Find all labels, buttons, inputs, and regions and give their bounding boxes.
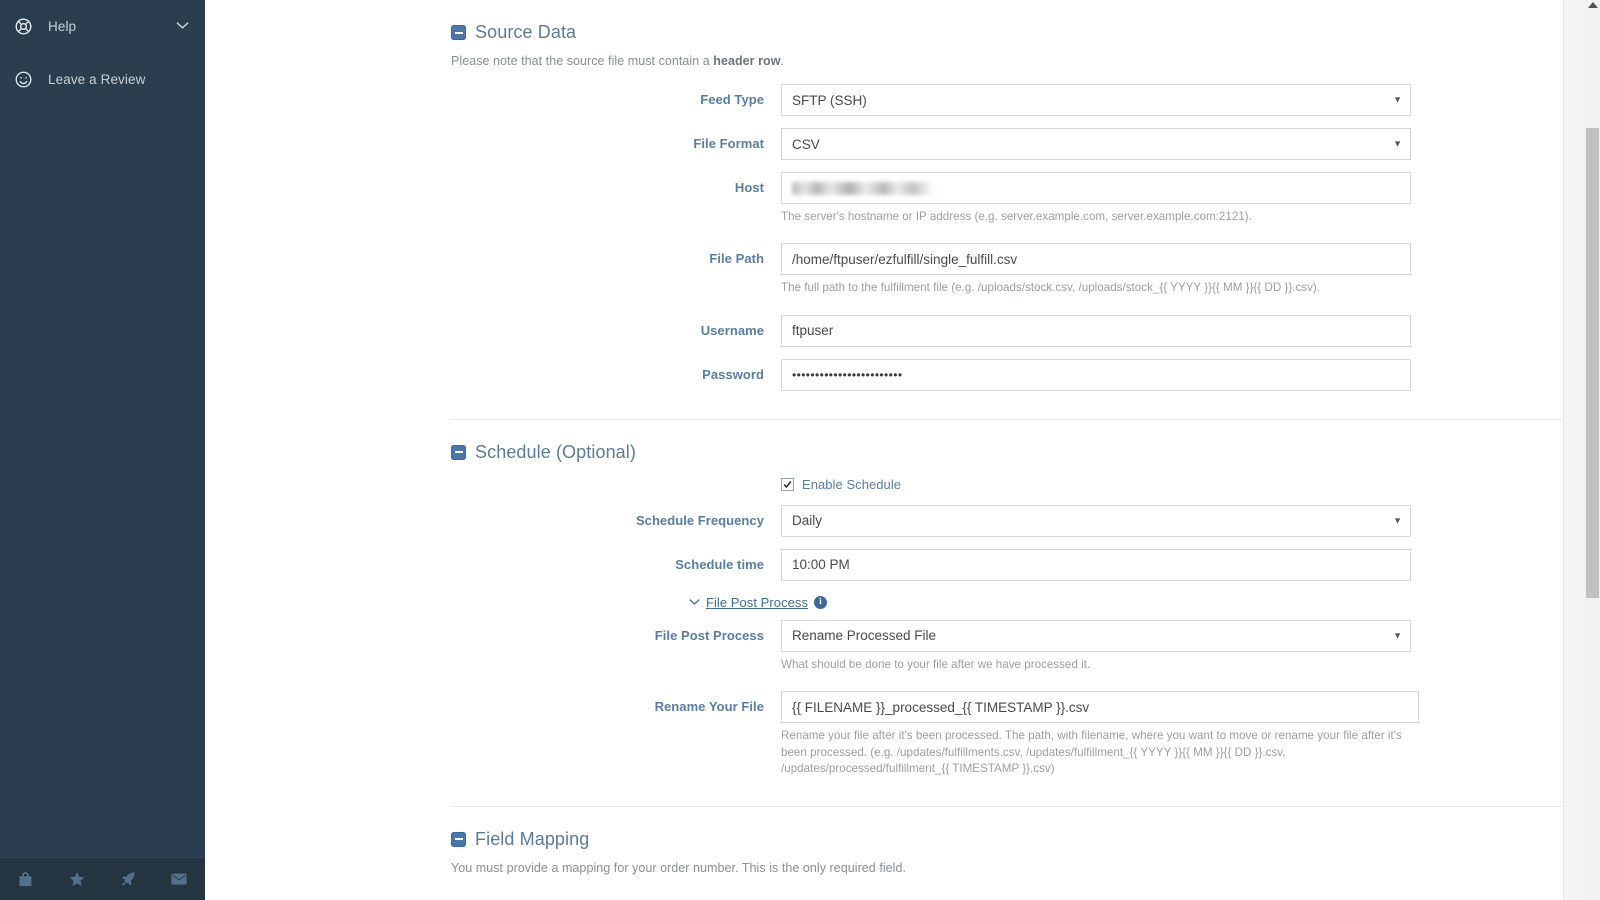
row-file-post-process: File Post Process Rename Processed File … <box>451 620 1445 691</box>
note-prefix: Please note that the source file must co… <box>451 54 713 68</box>
enable-schedule-checkbox[interactable] <box>781 478 794 491</box>
chevron-down-icon: ▼ <box>1393 631 1402 640</box>
sidebar-item-label: Help <box>40 19 176 34</box>
file-post-process-link-label[interactable]: File Post Process <box>706 595 808 610</box>
chevron-down-icon: ▼ <box>1393 140 1402 149</box>
lifebuoy-icon <box>14 17 40 36</box>
sidebar-item-leave-a-review[interactable]: Leave a Review <box>0 53 205 106</box>
file-post-process-form: File Post Process Rename Processed File … <box>451 620 1445 778</box>
smiley-icon <box>14 70 40 89</box>
enable-schedule-row: Enable Schedule <box>451 477 1445 492</box>
file-path-value: /home/ftpuser/ezfulfill/single_fulfill.c… <box>792 252 1017 267</box>
schedule-time-label: Schedule time <box>451 549 781 572</box>
sidebar-item-label: Leave a Review <box>40 72 189 87</box>
field-mapping-note: You must provide a mapping for your orde… <box>451 861 1445 875</box>
row-schedule-frequency: Schedule Frequency Daily ▼ <box>451 505 1445 549</box>
host-help-text: The server's hostname or IP address (e.g… <box>781 204 1411 225</box>
file-path-input[interactable]: /home/ftpuser/ezfulfill/single_fulfill.c… <box>781 243 1411 275</box>
section-source-data: Source Data Please note that the source … <box>205 0 1565 391</box>
file-format-label: File Format <box>451 128 781 151</box>
password-label: Password <box>451 359 781 382</box>
star-icon[interactable] <box>51 870 102 888</box>
section-title: Schedule (Optional) <box>475 442 636 463</box>
chevron-down-icon: ▼ <box>1393 516 1402 525</box>
feed-type-value: SFTP (SSH) <box>792 93 867 108</box>
feed-type-label: Feed Type <box>451 84 781 107</box>
source-data-header: Source Data <box>451 0 1445 43</box>
schedule-frequency-label: Schedule Frequency <box>451 505 781 528</box>
username-label: Username <box>451 315 781 338</box>
info-icon[interactable]: i <box>814 596 827 609</box>
section-field-mapping: Field Mapping You must provide a mapping… <box>205 807 1565 875</box>
schedule-frequency-select[interactable]: Daily ▼ <box>781 505 1411 537</box>
scrollbar-thumb[interactable] <box>1586 128 1599 598</box>
envelope-icon[interactable] <box>154 870 205 888</box>
app-root: Help Leave a Review <box>0 0 1600 900</box>
schedule-header: Schedule (Optional) <box>451 420 1445 463</box>
note-bold: header row <box>713 54 780 68</box>
schedule-frequency-value: Daily <box>792 513 822 528</box>
redacted-host-value <box>792 182 940 195</box>
password-value: •••••••••••••••••••••••• <box>792 368 902 382</box>
file-format-value: CSV <box>792 137 820 152</box>
file-post-process-label: File Post Process <box>451 620 781 643</box>
collapse-minus-icon[interactable] <box>451 832 466 847</box>
file-path-help-text: The full path to the fulfillment file (e… <box>781 275 1411 296</box>
file-post-process-toggle[interactable]: File Post Process i <box>451 595 1445 610</box>
chevron-down-icon[interactable] <box>689 596 700 608</box>
chevron-down-icon[interactable] <box>176 21 189 33</box>
row-schedule-time: Schedule time 10:00 PM <box>451 549 1445 581</box>
row-password: Password •••••••••••••••••••••••• <box>451 359 1445 391</box>
rename-your-file-label: Rename Your File <box>451 691 781 714</box>
section-title: Source Data <box>475 22 576 43</box>
collapse-minus-icon[interactable] <box>451 445 466 460</box>
section-title: Field Mapping <box>475 829 589 850</box>
sidebar-item-help[interactable]: Help <box>0 0 205 53</box>
bag-icon[interactable] <box>0 871 51 888</box>
section-schedule: Schedule (Optional) Enable Schedule Sche… <box>205 420 1565 778</box>
host-label: Host <box>451 172 781 195</box>
row-feed-type: Feed Type SFTP (SSH) ▼ <box>451 84 1445 128</box>
username-value: ftpuser <box>792 323 833 338</box>
sidebar: Help Leave a Review <box>0 0 205 900</box>
host-input[interactable] <box>781 172 1411 204</box>
file-post-process-help-text: What should be done to your file after w… <box>781 652 1411 673</box>
feed-settings-form: Source Data Please note that the source … <box>205 0 1565 900</box>
rocket-icon[interactable] <box>103 870 154 888</box>
schedule-form: Schedule Frequency Daily ▼ Schedule time <box>451 505 1445 581</box>
chevron-down-icon: ▼ <box>1393 96 1402 105</box>
schedule-time-input[interactable]: 10:00 PM <box>781 549 1411 581</box>
password-input[interactable]: •••••••••••••••••••••••• <box>781 359 1411 391</box>
schedule-time-value: 10:00 PM <box>792 557 850 572</box>
feed-type-select[interactable]: SFTP (SSH) ▼ <box>781 84 1411 116</box>
file-format-select[interactable]: CSV ▼ <box>781 128 1411 160</box>
main-content: Source Data Please note that the source … <box>205 0 1600 900</box>
rename-your-file-value: {{ FILENAME }}_processed_{{ TIMESTAMP }}… <box>792 700 1089 715</box>
file-post-process-value: Rename Processed File <box>792 628 936 643</box>
source-data-form: Feed Type SFTP (SSH) ▼ File Format <box>451 84 1445 391</box>
rename-your-file-help-text: Rename your file after it's been process… <box>781 723 1419 777</box>
scroll-up-arrow-icon[interactable] <box>1588 2 1598 8</box>
source-data-note: Please note that the source file must co… <box>451 54 1445 68</box>
note-suffix: . <box>780 54 784 68</box>
sidebar-bottom-bar <box>0 857 205 900</box>
row-file-format: File Format CSV ▼ <box>451 128 1445 172</box>
row-username: Username ftpuser <box>451 315 1445 359</box>
vertical-scrollbar[interactable] <box>1585 0 1600 900</box>
field-mapping-header: Field Mapping <box>451 807 1445 850</box>
row-file-path: File Path /home/ftpuser/ezfulfill/single… <box>451 243 1445 314</box>
collapse-minus-icon[interactable] <box>451 25 466 40</box>
file-post-process-select[interactable]: Rename Processed File ▼ <box>781 620 1411 652</box>
rename-your-file-input[interactable]: {{ FILENAME }}_processed_{{ TIMESTAMP }}… <box>781 691 1419 723</box>
row-rename-your-file: Rename Your File {{ FILENAME }}_processe… <box>451 691 1445 777</box>
enable-schedule-label[interactable]: Enable Schedule <box>802 477 901 492</box>
file-path-label: File Path <box>451 243 781 266</box>
row-host: Host The server's hostname or IP address… <box>451 172 1445 243</box>
username-input[interactable]: ftpuser <box>781 315 1411 347</box>
